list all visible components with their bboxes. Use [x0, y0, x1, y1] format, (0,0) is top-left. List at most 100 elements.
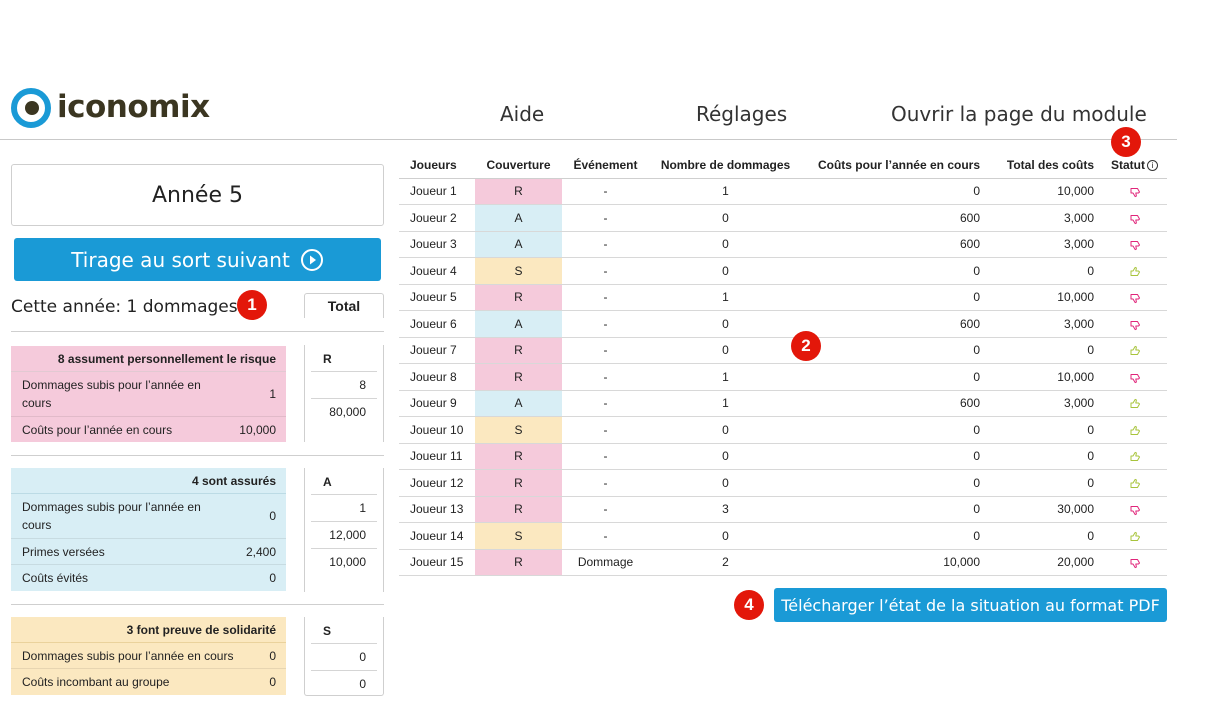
total-solidarity-column: S 0 0: [304, 617, 384, 696]
total-cell: 0: [311, 670, 377, 697]
cell-event: -: [562, 390, 649, 417]
total-cell: 10,000: [311, 548, 377, 575]
table-row: Joueur 10 S -0 0 0: [399, 416, 1167, 444]
thumbs-up-icon: [1129, 476, 1141, 490]
cell-player: Joueur 11: [399, 443, 475, 470]
cell-player: Joueur 9: [399, 390, 475, 417]
info-icon[interactable]: i: [1147, 159, 1158, 171]
table-row: Joueur 7R-000: [399, 337, 1167, 364]
cell-player: Joueur 5: [399, 284, 475, 311]
group-solidarity-row: Dommages subis pour l’année en cours 0: [11, 643, 286, 669]
cell-damages: 1: [649, 390, 802, 417]
divider: [11, 331, 384, 332]
group-risk-row: Coûts pour l’année en cours 10,000: [11, 417, 286, 442]
cell-costs: 0: [802, 443, 988, 470]
thumbs-down-icon: [1129, 184, 1141, 198]
row-value: 10,000: [239, 422, 276, 437]
nav-help[interactable]: Aide: [500, 102, 544, 126]
next-draw-button[interactable]: Tirage au sort suivant: [14, 238, 381, 281]
total-cell: 0: [311, 643, 377, 670]
cell-damages: 0: [649, 522, 802, 550]
cell-event: -: [562, 204, 649, 232]
table-row: Joueur 12 R -0 0 0: [399, 469, 1167, 497]
cell-costs: 0: [802, 469, 988, 497]
cell-coverage: A: [475, 231, 562, 258]
col-header-player: Joueurs: [399, 152, 475, 179]
cell-total: 0: [988, 416, 1102, 444]
nav-settings[interactable]: Réglages: [696, 102, 787, 126]
cell-event: -: [562, 416, 649, 444]
cell-player: Joueur 10: [399, 416, 475, 444]
group-insured-title: 4 sont assurés: [11, 468, 286, 494]
cell-costs: 600: [802, 231, 988, 258]
cell-total: 3,000: [988, 231, 1102, 258]
download-pdf-button[interactable]: Télécharger l’état de la situation au fo…: [774, 588, 1167, 622]
annotation-badge-1: 1: [237, 290, 267, 320]
cell-damages: 0: [649, 469, 802, 497]
cell-event: -: [562, 496, 649, 523]
thumbs-up-icon: [1129, 423, 1141, 437]
cell-status: [1102, 337, 1167, 364]
nav-open-module-page[interactable]: Ouvrir la page du module: [891, 102, 1147, 126]
thumbs-up-icon: [1129, 264, 1141, 278]
row-value: 0: [269, 648, 276, 663]
group-solidarity-title: 3 font preuve de solidarité: [11, 617, 286, 643]
cell-total: 0: [988, 443, 1102, 470]
group-risk-title: 8 assument personnellement le risque: [11, 346, 286, 372]
col-header-event: Événement: [562, 152, 649, 179]
cell-damages: 0: [649, 443, 802, 470]
cell-status: [1102, 390, 1167, 417]
cell-status: [1102, 496, 1167, 523]
total-insured-column: A 1 12,000 10,000: [304, 468, 384, 592]
row-label: Dommages subis pour l’année en cours: [22, 378, 201, 410]
cell-costs: 0: [802, 257, 988, 285]
cell-status: [1102, 416, 1167, 444]
total-insured-head: A: [323, 475, 332, 489]
cell-event: -: [562, 522, 649, 550]
cell-damages: 0: [649, 337, 802, 364]
cell-event: -: [562, 310, 649, 338]
cell-status: [1102, 522, 1167, 550]
thumbs-down-icon: [1129, 370, 1141, 384]
cell-status: [1102, 257, 1167, 285]
cell-coverage: R: [475, 496, 562, 523]
year-damage-summary: Cette année: 1 dommages: [11, 297, 238, 317]
table-header-row: Joueurs Couverture Événement Nombre de d…: [399, 152, 1167, 179]
cell-player: Joueur 1: [399, 178, 475, 205]
iconomix-logo[interactable]: iconomix: [11, 87, 210, 129]
row-value: 2,400: [245, 544, 276, 559]
cell-coverage: A: [475, 310, 562, 338]
cell-costs: 10,000: [802, 549, 988, 576]
thumbs-down-icon: [1129, 237, 1141, 251]
table-row: Joueur 3 A -0 600 3,000: [399, 231, 1167, 258]
cell-player: Joueur 12: [399, 469, 475, 497]
cell-event: -: [562, 443, 649, 470]
cell-coverage: S: [475, 257, 562, 285]
cell-total: 3,000: [988, 204, 1102, 232]
table-row: Joueur 8 R -1 0 10,000: [399, 363, 1167, 391]
cell-player: Joueur 2: [399, 204, 475, 232]
cell-coverage: A: [475, 204, 562, 232]
total-solidarity-head: S: [323, 624, 332, 638]
table-row: Joueur 15 R Dommage 2 10,000 20,000: [399, 549, 1167, 576]
cell-costs: 0: [802, 337, 988, 364]
cell-costs: 0: [802, 178, 988, 205]
cell-costs: 0: [802, 284, 988, 311]
table-row: Joueur 9 A -1 600 3,000: [399, 390, 1167, 417]
total-risk-column: R 8 80,000: [304, 345, 384, 442]
cell-coverage: R: [475, 178, 562, 205]
thumbs-down-icon: [1129, 317, 1141, 331]
row-label: Coûts évités: [22, 571, 89, 585]
cell-coverage: R: [475, 549, 562, 576]
cell-costs: 0: [802, 416, 988, 444]
cell-damages: 0: [649, 231, 802, 258]
cell-total: 10,000: [988, 363, 1102, 391]
table-row: Joueur 2 A -0 600 3,000: [399, 204, 1167, 232]
cell-event: -: [562, 284, 649, 311]
header-divider: [0, 139, 1177, 140]
cell-damages: 0: [649, 257, 802, 285]
cell-total: 10,000: [988, 284, 1102, 311]
cell-player: Joueur 8: [399, 363, 475, 391]
cell-event: -: [562, 337, 649, 364]
cell-event: -: [562, 178, 649, 205]
